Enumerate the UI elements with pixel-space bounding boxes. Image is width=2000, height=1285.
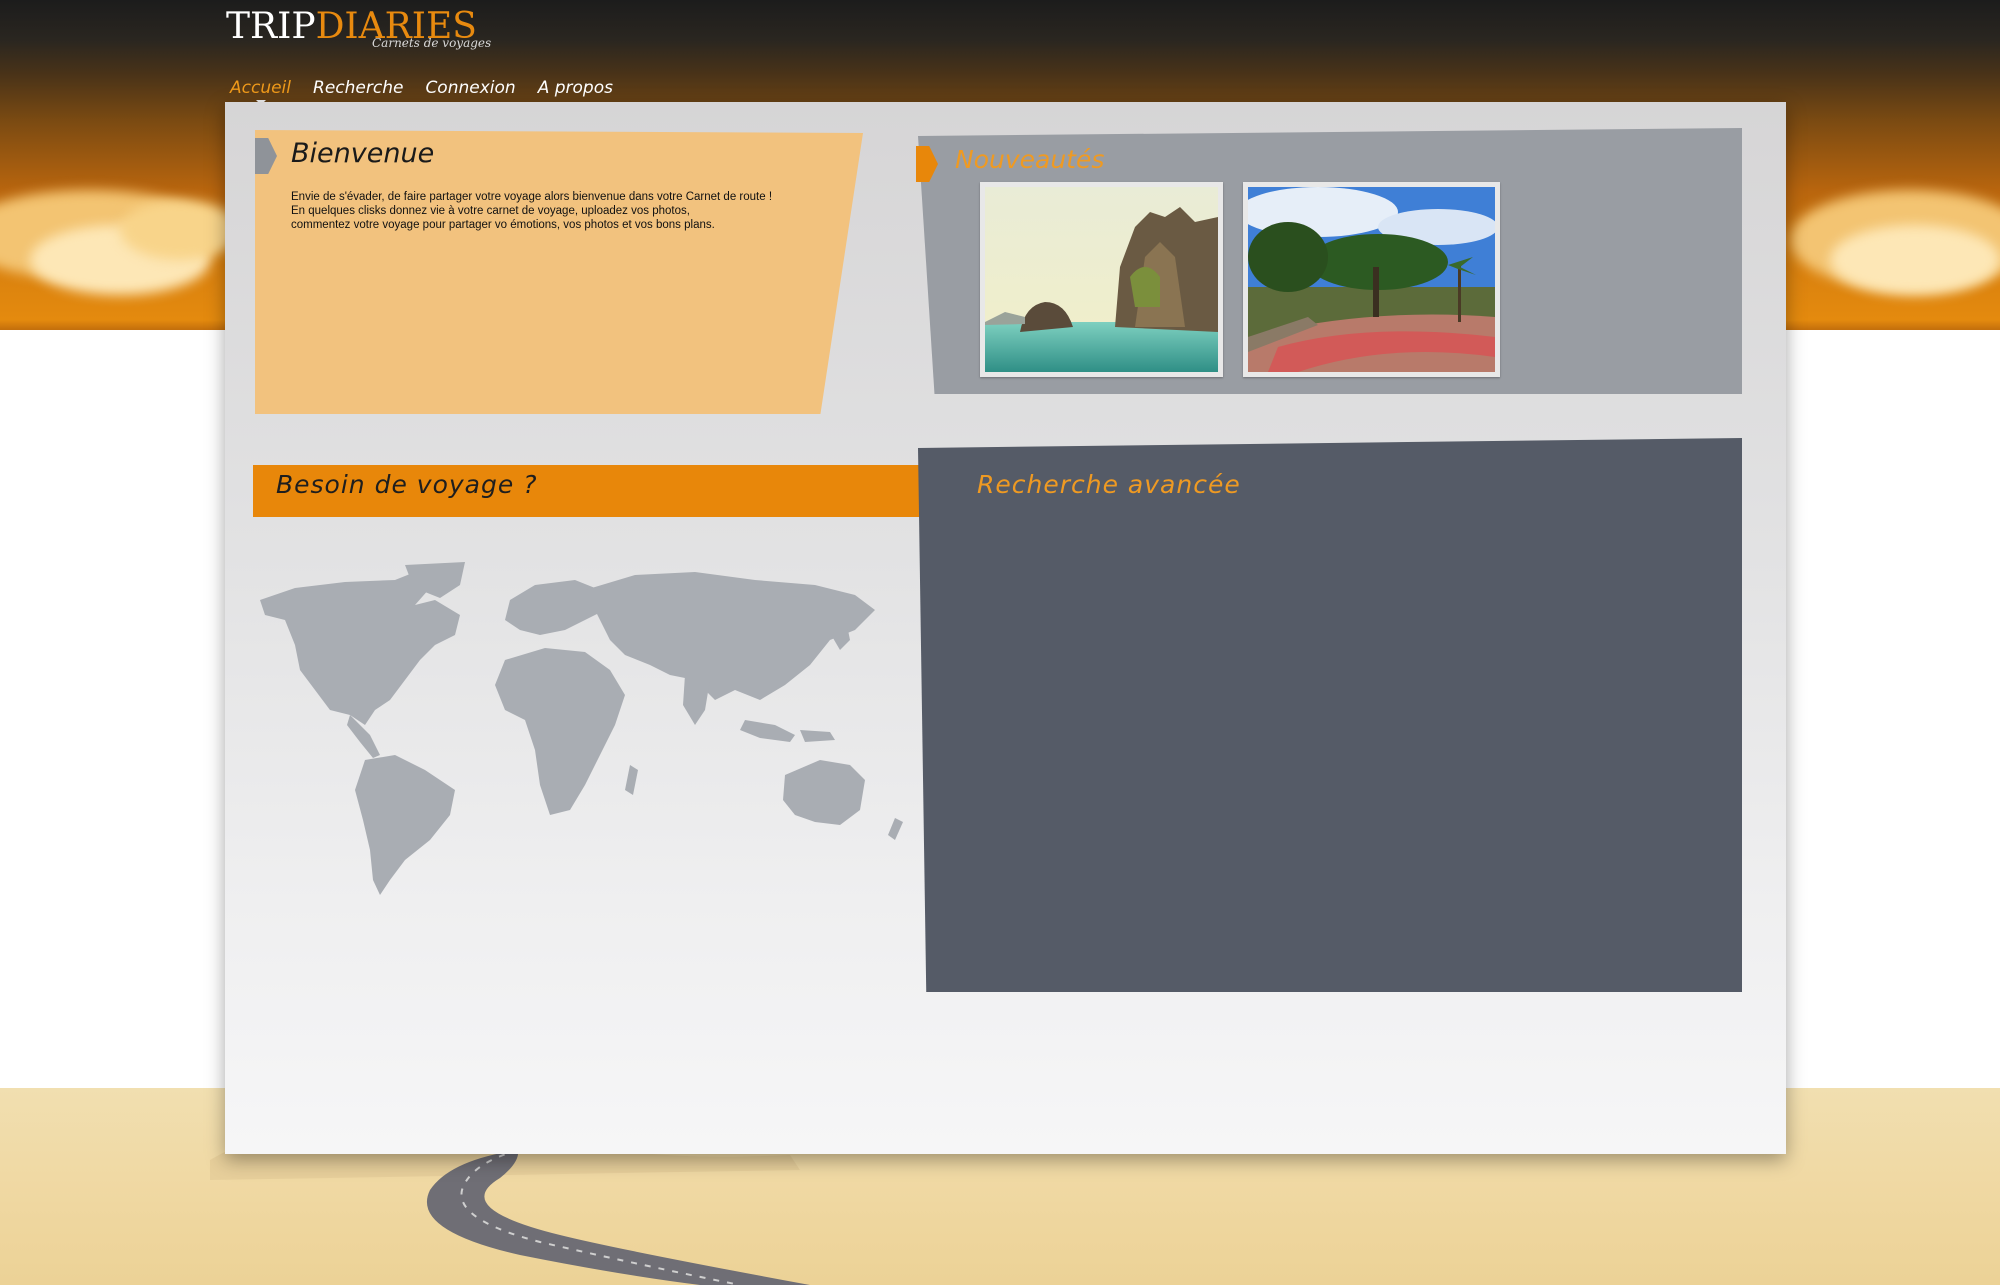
news-title: Nouveautés xyxy=(955,145,1105,174)
welcome-box xyxy=(255,130,863,414)
welcome-title: Bienvenue xyxy=(291,138,435,169)
main-nav: Accueil Recherche Connexion A propos xyxy=(230,78,635,105)
nav-item-accueil[interactable]: Accueil xyxy=(230,78,291,105)
welcome-line: commentez votre voyage pour partager vo … xyxy=(291,219,715,231)
travel-title: Besoin de voyage ? xyxy=(276,470,538,499)
park-trees-photo[interactable] xyxy=(1243,182,1500,377)
advanced-search-panel xyxy=(918,438,1742,992)
welcome-line: En quelques clisks donnez vie à votre ca… xyxy=(291,205,690,217)
world-map[interactable] xyxy=(255,560,920,900)
welcome-line: Envie de s'évader, de faire partager vot… xyxy=(291,191,773,203)
lagoon-cliffs-photo[interactable] xyxy=(980,182,1223,377)
welcome-text: Envie de s'évader, de faire partager vot… xyxy=(291,190,851,232)
nav-item-connexion[interactable]: Connexion xyxy=(425,78,515,98)
site-tagline: Carnets de voyages xyxy=(372,36,492,50)
advanced-search-title: Recherche avancée xyxy=(977,470,1241,499)
nav-item-a-propos[interactable]: A propos xyxy=(538,78,613,98)
nav-item-recherche[interactable]: Recherche xyxy=(313,78,403,98)
logo-trip: TRIP xyxy=(226,6,316,47)
